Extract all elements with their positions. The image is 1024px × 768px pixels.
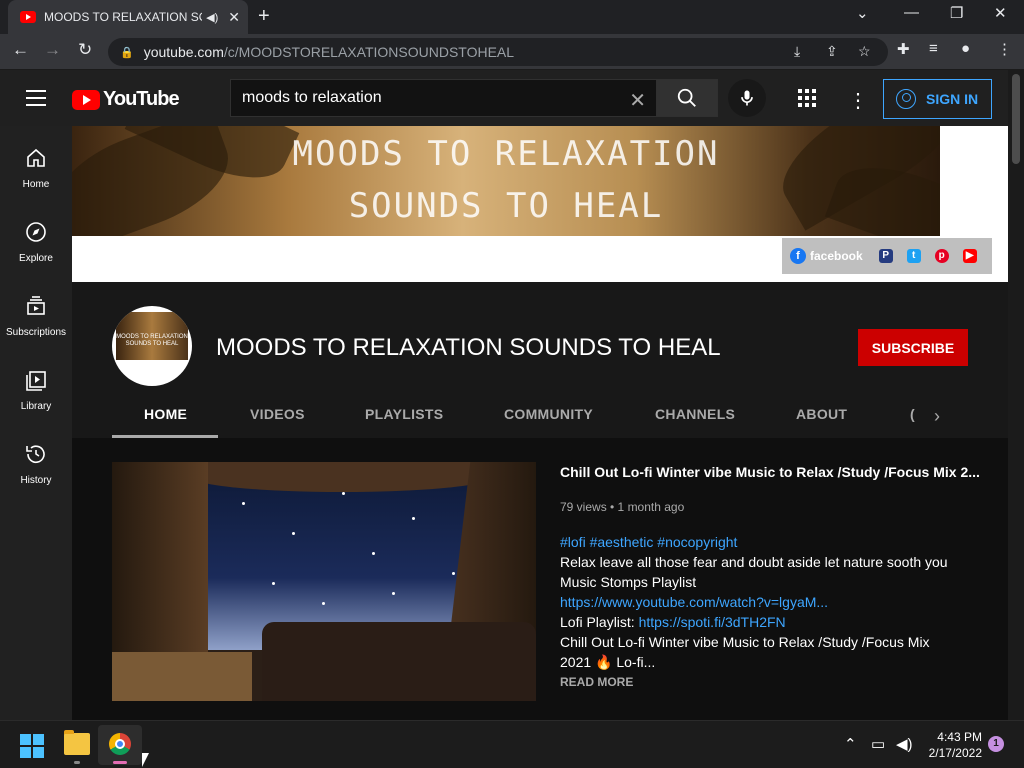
search-query: moods to relaxation xyxy=(242,89,382,106)
bookmark-star-icon[interactable]: ☆ xyxy=(858,43,871,60)
library-icon xyxy=(26,371,46,391)
chrome-taskbar-button[interactable] xyxy=(98,725,142,765)
windows-taskbar: ⌃ ▭ ◀) 4:43 PM 2/17/2022 1 xyxy=(0,720,1024,768)
video-thumbnail[interactable] xyxy=(112,462,536,701)
browser-tab-strip: MOODS TO RELAXATION SO ◀) ✕ + ⌄ — ❐ ✕ xyxy=(0,0,1024,34)
subscriptions-icon xyxy=(27,296,45,315)
social-links: f facebook P t p ▶ xyxy=(782,238,992,274)
youtube-link-icon[interactable]: ▶ xyxy=(962,249,977,263)
search-icon xyxy=(677,88,696,107)
share-icon[interactable]: ⇪ xyxy=(826,43,838,60)
side-guide: Home Explore Subscriptions Library Histo… xyxy=(0,126,72,720)
paypal-icon[interactable]: P xyxy=(878,249,893,263)
notification-badge[interactable]: 1 xyxy=(988,736,1004,752)
guide-item-explore[interactable]: Explore xyxy=(0,200,72,274)
banner-line-2: SOUNDS TO HEAL xyxy=(348,186,664,226)
video-description: #lofi #aesthetic #nocopyright Relax leav… xyxy=(560,532,960,672)
account-icon xyxy=(896,89,916,109)
tab-title: MOODS TO RELAXATION SO xyxy=(44,10,203,24)
spotify-link[interactable]: https://spoti.fi/3dTH2FN xyxy=(639,614,786,630)
system-clock[interactable]: 4:43 PM 2/17/2022 xyxy=(926,729,982,761)
tab-truncated[interactable]: ( xyxy=(910,406,915,422)
facebook-link[interactable]: facebook xyxy=(810,249,863,263)
avatar-text: MOODS TO RELAXATION SOUNDS TO HEAL xyxy=(116,312,188,360)
chrome-active-indicator xyxy=(113,761,127,764)
youtube-play-icon xyxy=(72,89,100,110)
search-button[interactable] xyxy=(656,79,718,117)
read-more-button[interactable]: READ MORE xyxy=(560,675,633,689)
hashtags[interactable]: #lofi #aesthetic #nocopyright xyxy=(560,532,960,552)
page-scrollbar[interactable] xyxy=(1008,70,1024,720)
compass-icon xyxy=(26,222,46,242)
video-meta: 79 views • 1 month ago xyxy=(560,500,685,514)
browser-menu-icon[interactable]: ⋮ xyxy=(997,40,1012,58)
playlist-link[interactable]: https://www.youtube.com/watch?v=lgyaM... xyxy=(560,592,960,612)
chrome-icon xyxy=(109,733,131,755)
tray-overflow-chevron-icon[interactable]: ⌃ xyxy=(844,735,857,753)
youtube-favicon-icon xyxy=(20,11,36,23)
address-bar[interactable]: 🔒 youtube.com/c/MOODSTORELAXATIONSOUNDST… xyxy=(108,38,888,66)
scrollbar-thumb[interactable] xyxy=(1012,74,1020,164)
apps-grid-icon[interactable] xyxy=(798,89,816,107)
url-text: youtube.com/c/MOODSTORELAXATIONSOUNDSTOH… xyxy=(143,44,515,60)
facebook-icon[interactable]: f xyxy=(790,248,806,264)
tab-channels[interactable]: CHANNELS xyxy=(655,406,735,422)
youtube-logo[interactable]: YouTube xyxy=(72,88,180,111)
install-app-icon[interactable]: ⤓ xyxy=(794,43,800,60)
microphone-icon xyxy=(741,90,753,106)
tab-search-icon[interactable]: ⌄ xyxy=(856,4,869,22)
voice-search-button[interactable] xyxy=(728,79,766,117)
extensions-icon[interactable]: ✚ xyxy=(897,40,910,58)
tab-videos[interactable]: VIDEOS xyxy=(250,406,305,422)
tabs-next-chevron-icon[interactable]: › xyxy=(934,406,940,427)
back-button[interactable]: ← xyxy=(12,40,29,60)
explorer-running-indicator xyxy=(74,761,80,764)
twitter-icon[interactable]: t xyxy=(906,249,921,263)
settings-more-icon[interactable]: ⋮ xyxy=(848,88,868,113)
channel-avatar[interactable]: MOODS TO RELAXATION SOUNDS TO HEAL xyxy=(112,306,192,386)
banner-image: MOODS TO RELAXATION SOUNDS TO HEAL xyxy=(72,126,940,236)
home-icon xyxy=(27,148,45,167)
search-input[interactable]: moods to relaxation ✕ xyxy=(230,79,656,117)
menu-icon[interactable] xyxy=(26,90,46,106)
forward-button[interactable]: → xyxy=(44,40,61,60)
guide-item-subscriptions[interactable]: Subscriptions xyxy=(0,274,72,348)
pinterest-icon[interactable]: p xyxy=(934,249,949,263)
tab-playlists[interactable]: PLAYLISTS xyxy=(365,406,443,422)
browser-toolbar: ← → ↻ 🔒 youtube.com/c/MOODSTORELAXATIONS… xyxy=(0,34,1024,70)
guide-item-library[interactable]: Library xyxy=(0,348,72,422)
close-window-button[interactable]: ✕ xyxy=(994,4,1007,22)
youtube-header: YouTube moods to relaxation ✕ ⋮ SIGN IN xyxy=(0,70,1008,126)
windows-start-icon[interactable] xyxy=(20,734,44,758)
banner-line-1: MOODS TO RELAXATION xyxy=(292,134,720,174)
reload-button[interactable]: ↻ xyxy=(78,40,92,60)
channel-header: MOODS TO RELAXATION SOUNDS TO HEAL MOODS… xyxy=(72,282,1008,438)
file-explorer-icon[interactable] xyxy=(64,730,90,755)
history-icon xyxy=(26,445,45,464)
guide-item-history[interactable]: History xyxy=(0,422,72,496)
featured-video-section: Chill Out Lo-fi Winter vibe Music to Rel… xyxy=(72,438,1008,720)
profile-icon[interactable]: ● xyxy=(961,40,970,57)
tab-home[interactable]: HOME xyxy=(144,406,187,422)
guide-item-home[interactable]: Home xyxy=(0,126,72,200)
media-control-icon[interactable]: ≡ xyxy=(929,40,938,57)
tab-community[interactable]: COMMUNITY xyxy=(504,406,593,422)
channel-name: MOODS TO RELAXATION SOUNDS TO HEAL xyxy=(216,334,721,361)
network-icon[interactable]: ▭ xyxy=(871,735,885,753)
lock-icon[interactable]: 🔒 xyxy=(120,46,134,59)
volume-icon[interactable]: ◀) xyxy=(896,735,913,753)
minimize-button[interactable]: — xyxy=(904,4,919,21)
sign-in-button[interactable]: SIGN IN xyxy=(883,79,992,119)
speaker-icon[interactable]: ◀) xyxy=(206,11,218,24)
video-title[interactable]: Chill Out Lo-fi Winter vibe Music to Rel… xyxy=(560,464,980,480)
tab-close-icon[interactable]: ✕ xyxy=(228,9,240,26)
subscribe-button[interactable]: SUBSCRIBE xyxy=(858,329,968,366)
clear-search-icon[interactable]: ✕ xyxy=(629,88,646,113)
new-tab-button[interactable]: + xyxy=(258,5,270,28)
mouse-cursor xyxy=(142,753,149,767)
restore-button[interactable]: ❐ xyxy=(950,4,963,22)
channel-banner: MOODS TO RELAXATION SOUNDS TO HEAL f fac… xyxy=(72,126,1008,282)
tab-about[interactable]: ABOUT xyxy=(796,406,847,422)
browser-tab[interactable]: MOODS TO RELAXATION SO ◀) ✕ xyxy=(8,0,248,34)
